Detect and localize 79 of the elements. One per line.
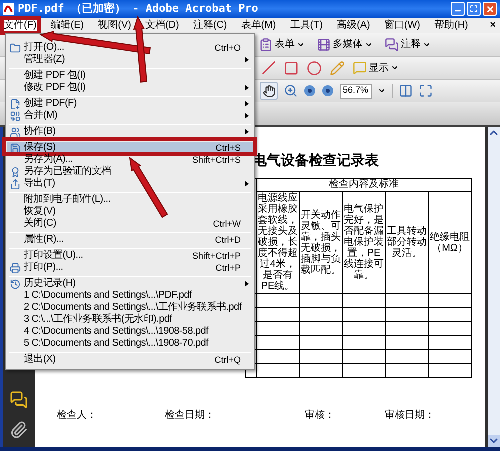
- menu-label: 3 C:\...\工作业务联系书(无水印).pdf: [24, 314, 174, 326]
- menu-label: 退出(X): [24, 354, 57, 366]
- window-title: PDF.pdf （已加密） - Adobe Acrobat Pro: [18, 0, 260, 17]
- column-header: 绝缘电阻（MΩ）: [429, 192, 472, 294]
- menu-item[interactable]: 修改 PDF 包(I): [7, 82, 253, 94]
- menu-label: 4 C:\Documents and Settings\...\1908-58.pdf: [24, 326, 210, 338]
- menu-item[interactable]: 附加到电子邮件(L)...: [7, 194, 253, 206]
- menu-label: 导出(T): [24, 178, 56, 190]
- menu-label: 属性(R)...: [24, 234, 65, 246]
- menu-bar-item[interactable]: 注释(C): [191, 18, 230, 33]
- menu-bar-item[interactable]: 文档(D): [143, 18, 182, 33]
- shortcut-text: Shift+Ctrl+S: [192, 154, 241, 166]
- shortcut-text: Shift+Ctrl+P: [192, 250, 241, 262]
- menu-bar-item[interactable]: 帮助(H): [432, 18, 470, 33]
- menu-item[interactable]: 1 C:\Documents and Settings\...\PDF.pdf: [7, 290, 253, 302]
- menu-label: 打印设置(U)...: [24, 250, 84, 262]
- menu-item[interactable]: 历史记录(H): [7, 278, 253, 290]
- menu-label: 附加到电子邮件(L)...: [24, 194, 112, 206]
- signature-label: 审核日期：: [385, 408, 436, 423]
- menu-item[interactable]: 退出(X) Ctrl+Q: [7, 354, 253, 366]
- signature-label: 检查人：: [57, 408, 98, 423]
- menu-bar-item[interactable]: 高级(A): [335, 18, 372, 33]
- zoom-field[interactable]: 56.7%: [340, 84, 372, 98]
- menu-bar-item[interactable]: 视图(V): [96, 18, 134, 33]
- menu-label: 打印(P)...: [24, 262, 64, 274]
- shortcut-text: Ctrl+W: [213, 218, 241, 230]
- group-header: 检查内容及标准: [257, 179, 472, 192]
- menu-label: 保存(S): [24, 142, 57, 154]
- menu-item[interactable]: 创建 PDF 包(I): [7, 70, 253, 82]
- menu-label: 协作(B): [24, 126, 57, 138]
- menu-bar-item[interactable]: 编辑(E): [48, 18, 86, 33]
- shortcut-text: Ctrl+D: [215, 234, 241, 246]
- column-header: 电气保护完好，是否配备漏电保护装置，PE线连接可靠。: [343, 192, 386, 294]
- signature-label: 检查日期：: [165, 408, 216, 423]
- menu-bar-item[interactable]: 表单(M): [239, 18, 278, 33]
- document-close-button[interactable]: ×: [490, 20, 496, 30]
- signature-label: 审核：: [305, 408, 336, 423]
- menu-item[interactable]: 协作(B): [7, 126, 253, 138]
- menu-label: 打开(O)...: [24, 42, 66, 54]
- show-menu-button[interactable]: 显示: [353, 60, 399, 76]
- menu-label: 恢复(V): [24, 206, 57, 218]
- toolbar-menu-button[interactable]: 表单: [258, 37, 306, 52]
- shortcut-text: Ctrl+S: [216, 142, 241, 154]
- column-header: 开关动作灵敏、可靠，插头无破损，插脚与负载匹配。: [300, 192, 343, 294]
- menu-label: 关闭(C): [24, 218, 58, 230]
- menu-item[interactable]: 3 C:\...\工作业务联系书(无水印).pdf: [7, 314, 253, 326]
- menu-item[interactable]: 另存为(A)... Shift+Ctrl+S: [7, 154, 253, 166]
- menu-label: 5 C:\Documents and Settings\...\1908-70.pdf: [24, 338, 210, 350]
- menu-item[interactable]: 导出(T): [7, 178, 253, 190]
- menu-item[interactable]: 管理器(Z): [7, 54, 253, 66]
- menu-label: 修改 PDF 包(I): [24, 82, 87, 94]
- menu-item[interactable]: 打印(P)... Ctrl+P: [7, 262, 253, 274]
- shortcut-text: Ctrl+P: [216, 262, 241, 274]
- menu-label: 创建 PDF 包(I): [24, 70, 87, 82]
- menu-label: 合并(M): [24, 110, 58, 122]
- menu-item[interactable]: 属性(R)... Ctrl+D: [7, 234, 253, 246]
- menu-label: 创建 PDF(F): [24, 98, 78, 110]
- menu-label: 1 C:\Documents and Settings\...\PDF.pdf: [24, 290, 194, 302]
- menu-item[interactable]: 另存为已验证的文档: [7, 166, 253, 178]
- menu-item[interactable]: 打开(O)... Ctrl+O: [7, 42, 253, 54]
- menu-item[interactable]: 5 C:\Documents and Settings\...\1908-70.pdf: [7, 338, 253, 350]
- menu-item[interactable]: 恢复(V): [7, 206, 253, 218]
- menu-bar-item[interactable]: 文件(F): [2, 18, 39, 33]
- toolbar-menu-button[interactable]: 多媒体: [316, 37, 374, 52]
- shortcut-text: Ctrl+O: [214, 42, 241, 54]
- menu-label: 另存为已验证的文档: [24, 166, 112, 178]
- column-header: 电源线应采用橡胶套软线，无接头及破损，长度不得超过4米，是否有PE线。: [257, 192, 300, 294]
- menu-item[interactable]: 打印设置(U)... Shift+Ctrl+P: [7, 250, 253, 262]
- menu-item[interactable]: 关闭(C) Ctrl+W: [7, 218, 253, 230]
- toolbar-menu-button[interactable]: 注释: [384, 37, 432, 52]
- column-header: 工具转动部分转动灵活。: [386, 192, 429, 294]
- menu-bar-item[interactable]: 工具(T): [288, 18, 326, 33]
- menu-label: 另存为(A)...: [24, 154, 74, 166]
- shortcut-text: Ctrl+Q: [214, 354, 241, 366]
- menu-item[interactable]: 4 C:\Documents and Settings\...\1908-58.pdf: [7, 326, 253, 338]
- menu-bar-item[interactable]: 窗口(W): [382, 18, 422, 33]
- menu-item[interactable]: 创建 PDF(F): [7, 98, 253, 110]
- menu-label: 管理器(Z): [24, 54, 66, 66]
- menu-label: 历史记录(H): [24, 278, 77, 290]
